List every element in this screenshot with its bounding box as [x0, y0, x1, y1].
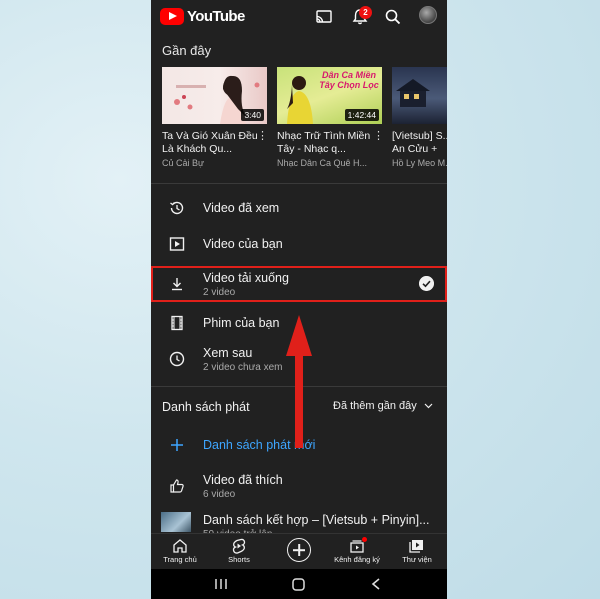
search-icon[interactable]: [383, 7, 403, 27]
create-icon[interactable]: [287, 538, 311, 562]
video-title: Ta Và Gió Xuân Đều Là Khách Qu...: [162, 130, 258, 155]
video-title: Nhạc Trữ Tình Miền Tây - Nhạc q...: [277, 130, 371, 155]
film-icon: [171, 315, 183, 331]
video-title: [Vietsub] S... An Cửu + D...: [392, 130, 447, 155]
new-playlist-button[interactable]: Danh sách phát mới: [151, 427, 447, 463]
app-name: YouTube: [187, 8, 245, 25]
playlist-label: Video đã thích: [203, 473, 283, 487]
more-options-icon[interactable]: ⋮: [257, 131, 268, 142]
library-item-watch-later[interactable]: Xem sau 2 video chưa xem: [151, 341, 447, 377]
more-options-icon[interactable]: ⋮: [373, 131, 384, 142]
nav-library[interactable]: Thư viện: [389, 538, 445, 564]
section-divider: [151, 183, 447, 184]
new-content-dot: [362, 537, 367, 542]
downloaded-check-icon: [419, 276, 434, 291]
nav-home[interactable]: Trang chủ: [152, 538, 208, 564]
playlist-sort-dropdown[interactable]: Đã thêm gần đây: [333, 400, 433, 412]
cast-icon[interactable]: [314, 7, 334, 27]
account-avatar[interactable]: [419, 6, 437, 24]
sort-label: Đã thêm gần đây: [333, 400, 417, 412]
plus-icon: [171, 439, 183, 451]
video-duration: 3:40: [241, 109, 264, 121]
system-navigation-bar: [151, 569, 447, 599]
back-button-icon[interactable]: [371, 578, 381, 590]
thumbs-up-icon: [170, 479, 184, 493]
library-item-history[interactable]: Video đã xem: [151, 190, 447, 226]
history-icon: [170, 201, 184, 215]
youtube-logo[interactable]: YouTube: [160, 8, 245, 25]
home-icon: [173, 539, 187, 553]
video-channel: Hồ Ly Meo M...: [392, 158, 447, 168]
library-icon: [409, 540, 423, 553]
library-item-movies[interactable]: Phim của bạn: [151, 305, 447, 341]
playlist-count: 6 video: [203, 489, 236, 500]
thumbnail-art: [396, 79, 430, 107]
video-thumbnail[interactable]: [392, 67, 447, 124]
library-item-your-videos[interactable]: Video của bạn: [151, 226, 447, 262]
video-channel: Nhạc Dân Ca Quê H...: [277, 158, 368, 168]
recent-video-card[interactable]: Dân Ca Miền Tây Chọn Lọc 1:42:44 Nhạc Tr…: [277, 67, 384, 168]
library-item-count: 2 video chưa xem: [203, 362, 283, 373]
library-item-label: Video đã xem: [203, 201, 280, 215]
youtube-play-icon: [160, 8, 184, 25]
nav-label: Kênh đăng ký: [334, 555, 380, 564]
nav-label: Shorts: [228, 555, 250, 564]
clock-icon: [169, 351, 185, 367]
recent-video-card[interactable]: [Vietsub] S... An Cửu + D... Hồ Ly Meo M…: [392, 67, 447, 168]
library-item-label: Xem sau: [203, 346, 253, 360]
recent-video-card[interactable]: 3:40 Ta Và Gió Xuân Đều Là Khách Qu... C…: [162, 67, 268, 168]
nav-label: Thư viện: [402, 555, 432, 564]
recent-section-title: Gần đây: [162, 43, 212, 58]
play-box-icon: [169, 237, 185, 251]
nav-shorts[interactable]: Shorts: [211, 538, 267, 564]
playlists-title: Danh sách phát: [162, 400, 250, 414]
shorts-icon: [232, 538, 246, 554]
highlight-frame: [151, 266, 447, 302]
nav-label: Trang chủ: [163, 555, 197, 564]
video-thumbnail[interactable]: Dân Ca Miền Tây Chọn Lọc 1:42:44: [277, 67, 382, 124]
playlist-label: Danh sách kết hợp – [Vietsub + Pinyin]..…: [203, 513, 430, 527]
home-button-icon[interactable]: [292, 578, 305, 591]
library-item-label: Phim của bạn: [203, 316, 280, 330]
phone-screen: YouTube 2 Gần đây 3:40 Ta Và Gió Xuân Đề…: [151, 0, 447, 599]
top-app-bar: YouTube 2: [151, 0, 447, 34]
nav-subscriptions[interactable]: Kênh đăng ký: [329, 538, 385, 564]
video-duration: 1:42:44: [344, 109, 379, 121]
recent-videos-strip[interactable]: 3:40 Ta Và Gió Xuân Đều Là Khách Qu... C…: [162, 67, 447, 177]
thumbnail-caption: Dân Ca Miền Tây Chọn Lọc: [319, 70, 379, 90]
notification-badge: 2: [359, 6, 372, 19]
video-thumbnail[interactable]: 3:40: [162, 67, 267, 124]
video-channel: Củ Cải Bự: [162, 158, 205, 168]
playlist-thumbnail: [161, 512, 191, 532]
chevron-down-icon: [424, 403, 433, 409]
library-item-label: Video của bạn: [203, 237, 283, 251]
playlist-liked-videos[interactable]: Video đã thích 6 video: [151, 468, 447, 504]
recent-apps-icon[interactable]: [214, 578, 228, 590]
new-playlist-label: Danh sách phát mới: [203, 438, 316, 452]
section-divider: [151, 386, 447, 387]
